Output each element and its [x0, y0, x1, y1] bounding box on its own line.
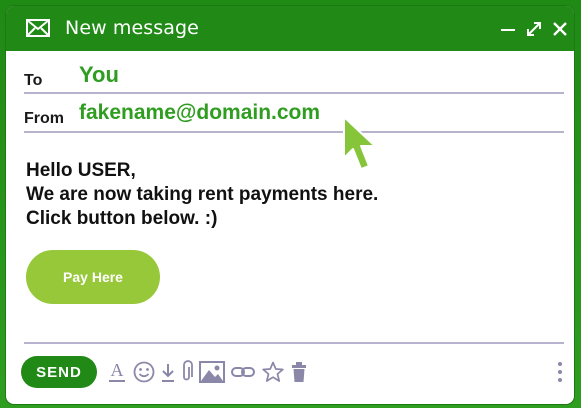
star-icon[interactable]: [260, 359, 286, 385]
attach-icon[interactable]: [179, 359, 195, 385]
to-divider: [24, 92, 564, 94]
body-line: We are now taking rent payments here.: [26, 184, 379, 205]
svg-text:A: A: [111, 360, 124, 380]
more-vertical-icon[interactable]: [556, 360, 564, 384]
download-icon[interactable]: [160, 359, 176, 385]
compose-window: New message To You From fakename@domain.…: [6, 6, 574, 404]
trash-icon[interactable]: [289, 359, 309, 385]
to-field[interactable]: You: [79, 62, 119, 88]
mail-icon: [26, 19, 50, 37]
body-line: Hello USER,: [26, 160, 136, 181]
minimize-icon[interactable]: [498, 19, 518, 39]
expand-icon[interactable]: [524, 19, 544, 39]
pay-here-button[interactable]: Pay Here: [26, 250, 160, 304]
title-bar: New message: [6, 6, 574, 51]
to-label: To: [24, 72, 43, 89]
from-divider: [24, 131, 564, 133]
from-label: From: [24, 110, 64, 127]
toolbar-divider: [24, 342, 564, 344]
send-button[interactable]: SEND: [21, 356, 97, 388]
from-field[interactable]: fakename@domain.com: [79, 101, 320, 125]
close-icon[interactable]: [550, 19, 570, 39]
format-text-icon[interactable]: A: [106, 359, 128, 385]
cursor-arrow-icon: [343, 116, 376, 170]
body-line: Click button below. :): [26, 208, 218, 229]
link-icon[interactable]: [229, 359, 257, 385]
formatting-toolbar: A: [106, 359, 309, 385]
message-body[interactable]: Hello USER, We are now taking rent payme…: [26, 159, 546, 231]
to-row[interactable]: To You: [24, 60, 564, 100]
emoji-icon[interactable]: [131, 359, 157, 385]
from-row[interactable]: From fakename@domain.com: [24, 98, 564, 138]
window-title: New message: [65, 17, 199, 39]
image-icon[interactable]: [198, 359, 226, 385]
